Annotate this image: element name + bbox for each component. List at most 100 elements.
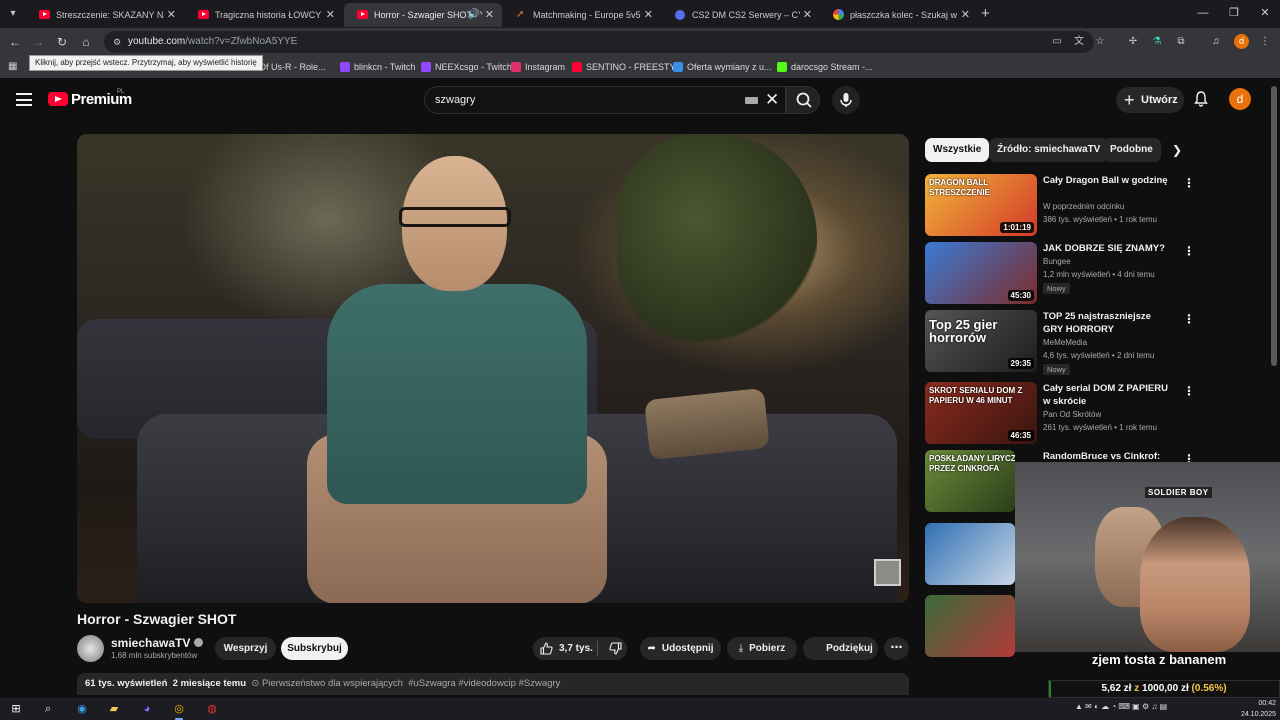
system-clock[interactable]: 00:42 24.10.2025	[1232, 698, 1280, 720]
profile-avatar[interactable]: d	[1234, 34, 1249, 49]
url-text[interactable]: youtube.com/watch?v=ZfwbNoA5YYE	[128, 31, 297, 53]
video-thumbnail[interactable]: SKROT SERIALU DOM Z PAPIERU W 46 MINUT 46…	[925, 382, 1037, 444]
bookmark-item[interactable]: Instagram	[511, 56, 565, 78]
edge-icon[interactable]: ◉	[74, 701, 90, 717]
home-icon[interactable]: ⌂	[77, 33, 95, 51]
close-window-button[interactable]: ✕	[1250, 4, 1280, 22]
back-icon[interactable]: ←	[6, 33, 24, 51]
search-input[interactable]: szwagry ✕	[424, 86, 786, 114]
more-options-icon[interactable]: ⋮	[1183, 312, 1195, 326]
browser-tab[interactable]: płaszczka kolec - Szukaj w Goo✕	[820, 3, 978, 27]
recommended-video[interactable]: Top 25 gier horrorów 29:35 TOP 25 najstras…	[925, 310, 1270, 375]
tab-close-icon[interactable]: ✕	[326, 3, 335, 27]
bookmark-item[interactable]: darocsgo Stream -...	[777, 56, 873, 78]
more-options-icon[interactable]: ⋮	[1183, 384, 1195, 398]
more-options-icon[interactable]: ⋮	[1183, 244, 1195, 258]
minimize-button[interactable]: —	[1188, 4, 1218, 22]
video-thumbnail[interactable]: DRAGON BALL STRESZCZENIE 1:01:19	[925, 174, 1037, 236]
bookmark-item[interactable]: NEEXcsgo - Twitch	[421, 56, 512, 78]
media-control-icon[interactable]: ♫	[1208, 34, 1224, 50]
chip-source[interactable]: Źródło: smiechawaTV	[989, 138, 1109, 162]
site-info-icon[interactable]: ⚙	[110, 35, 124, 49]
tab-search-icon[interactable]: ▾	[4, 5, 22, 23]
account-avatar[interactable]: d	[1229, 88, 1251, 110]
recommended-video[interactable]: DRAGON BALL STRESZCZENIE 1:01:19 Cały Drag…	[925, 174, 1270, 236]
menu-icon[interactable]	[16, 93, 32, 106]
recommended-video[interactable]: SKROT SERIALU DOM Z PAPIERU W 46 MINUT 46…	[925, 382, 1270, 444]
reload-icon[interactable]: ↻	[53, 33, 71, 51]
bookmark-item[interactable]: blinkcn - Twitch	[340, 56, 415, 78]
more-options-icon[interactable]: ⋮	[1183, 176, 1195, 190]
tab-close-icon[interactable]: ✕	[803, 3, 812, 27]
channel-avatar[interactable]	[77, 635, 104, 662]
system-tray-icons[interactable]: ▲ ✉ ◐ ☁ ◔ ⌨ ▣ ⚙ ♫ ▤	[1075, 702, 1167, 711]
recommended-video[interactable]: 45:30 JAK DOBRZE SIĘ ZNAMY? Bungee 1,2 mln …	[925, 242, 1270, 304]
recommended-channel[interactable]: MeMeMedia	[1043, 338, 1087, 347]
bookmark-star-icon[interactable]: ☆	[1092, 34, 1108, 50]
recommended-title[interactable]: JAK DOBRZE SIĘ ZNAMY?	[1043, 242, 1171, 255]
recommended-title[interactable]: Cały serial DOM Z PAPIERU w skrócie	[1043, 382, 1171, 408]
tab-close-icon[interactable]: ✕	[167, 3, 176, 27]
channel-name[interactable]: smiechawaTV	[111, 636, 204, 650]
windows-start-icon[interactable]: ⊞	[8, 701, 24, 717]
notifications-bell-icon[interactable]	[1192, 90, 1210, 108]
search-icon[interactable]: ⌕	[40, 701, 56, 717]
like-button[interactable]: 3,7 tys.	[533, 637, 597, 660]
support-button[interactable]: Wesprzyj	[215, 637, 276, 660]
tab-close-icon[interactable]: ✕	[644, 3, 653, 27]
video-thumbnail[interactable]: Top 25 gier horrorów 29:35	[925, 310, 1037, 372]
more-actions-button[interactable]: ⋯	[884, 637, 909, 660]
video-thumbnail[interactable]: 45:30	[925, 242, 1037, 304]
voice-search-button[interactable]	[832, 86, 860, 114]
discord-icon[interactable]: ◕	[139, 701, 155, 717]
subscribe-button[interactable]: Subskrybuj	[281, 637, 348, 660]
share-button[interactable]: ➦ Udostępnij	[640, 637, 721, 660]
video-thumbnail[interactable]: POSKŁADANY LIRYCZNIE PRZEZ CINKROFA	[925, 450, 1015, 512]
chip-related[interactable]: Podobne	[1102, 138, 1161, 162]
recording-app-icon[interactable]: ◍	[204, 701, 220, 717]
channel-watermark[interactable]	[874, 559, 901, 586]
chip-all[interactable]: Wszystkie	[925, 138, 990, 162]
browser-tab[interactable]: ➚ Matchmaking - Europe 5v5 Qu✕	[503, 3, 661, 27]
thanks-button[interactable]: Podziękuj	[803, 637, 878, 660]
search-button[interactable]	[786, 86, 820, 114]
download-button[interactable]: ⤓ Pobierz	[727, 637, 797, 660]
forward-icon[interactable]: →	[29, 33, 47, 51]
browser-tab[interactable]: Streszczenie: SKAZANY NA ŚMI✕	[26, 3, 184, 27]
address-bar[interactable]: ⚙ youtube.com/watch?v=ZfwbNoA5YYE ▭ 文 ☆	[104, 31, 1094, 53]
apps-grid-icon[interactable]: ▦	[8, 62, 18, 72]
browser-tab[interactable]: Tragiczna historia ŁOWCY KRO✕	[185, 3, 343, 27]
bookmark-item[interactable]: SENTINO - FREESTY...	[572, 56, 682, 78]
recommended-channel[interactable]: Pan Od Skrótów	[1043, 410, 1101, 419]
extension-icon[interactable]: ⚗	[1149, 34, 1165, 50]
recommended-channel[interactable]: Bungee	[1043, 257, 1071, 266]
browser-tab[interactable]: Horror - Szwagier SHOT - Y 🔊 ✕	[344, 3, 502, 27]
clear-search-icon[interactable]: ✕	[765, 89, 779, 111]
dislike-button[interactable]	[606, 637, 624, 660]
video-thumbnail[interactable]	[925, 523, 1015, 585]
search-query[interactable]: szwagry	[435, 87, 475, 113]
hashtags[interactable]: #uSzwagra #videodowcip #Szwagry	[408, 678, 560, 689]
chrome-menu-icon[interactable]: ⋮	[1257, 34, 1273, 50]
recommended-title[interactable]: Cały Dragon Ball w godzinę	[1043, 174, 1171, 187]
file-explorer-icon[interactable]: ▰	[106, 701, 122, 717]
create-button[interactable]: + Utwórz	[1116, 87, 1184, 113]
bookmark-item[interactable]: Oferta wymiany z u...	[673, 56, 772, 78]
youtube-logo-icon[interactable]	[48, 92, 68, 106]
tab-close-icon[interactable]: ✕	[485, 3, 494, 27]
chrome-icon[interactable]: ◎	[171, 701, 187, 717]
cast-icon[interactable]: ▭	[1050, 35, 1064, 49]
video-player[interactable]	[77, 134, 909, 603]
recommended-title[interactable]: TOP 25 najstraszniejsze GRY HORRORY	[1043, 310, 1171, 336]
translate-icon[interactable]: 文	[1072, 35, 1086, 49]
new-tab-button[interactable]: +	[981, 5, 990, 23]
extension-icon[interactable]: ✢	[1125, 34, 1141, 50]
video-thumbnail[interactable]	[925, 595, 1015, 657]
keyboard-icon[interactable]	[745, 97, 758, 104]
restore-button[interactable]: ❐	[1219, 4, 1249, 22]
tab-audio-icon[interactable]: 🔊	[468, 3, 480, 27]
tab-close-icon[interactable]: ✕	[961, 3, 970, 27]
browser-tab[interactable]: CS2 DM CS2 Serwery – CYBERS✕	[662, 3, 820, 27]
chip-next-icon[interactable]: ❯	[1169, 142, 1185, 158]
extensions-puzzle-icon[interactable]: ⧉	[1173, 34, 1189, 50]
